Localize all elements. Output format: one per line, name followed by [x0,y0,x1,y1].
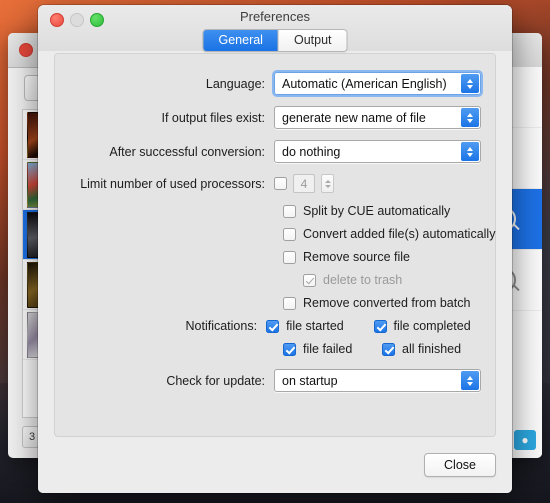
after-conversion-select[interactable]: do nothing [274,140,481,163]
all-finished-checkbox[interactable] [382,342,395,356]
after-conversion-label: After successful conversion: [109,144,265,159]
split-by-cue-row: Split by CUE automatically [69,204,481,218]
general-settings-panel: Language: Automatic (American English) I… [54,53,496,437]
convert-added-files-row: Convert added file(s) automatically [69,227,495,241]
if-output-exists-select[interactable]: generate new name of file [274,106,481,129]
file-completed-label: file completed [393,319,471,333]
preferences-dialog: Preferences General Output Language: Aut… [38,5,512,493]
check-for-update-row: Check for update: on startup [69,369,481,392]
limit-processors-value[interactable]: 4 [293,174,315,193]
language-value: Automatic (American English) [282,76,447,91]
dialog-footer: Close [54,437,496,493]
after-conversion-value: do nothing [282,144,341,159]
notification-file-failed[interactable]: file failed [283,342,382,356]
language-row: Language: Automatic (American English) [69,70,483,97]
dialog-body: Language: Automatic (American English) I… [38,51,512,493]
split-by-cue-label: Split by CUE automatically [303,204,451,218]
delete-to-trash-label: delete to trash [323,273,403,287]
notification-all-finished[interactable]: all finished [382,342,481,356]
file-failed-checkbox[interactable] [283,342,296,356]
chevron-updown-icon[interactable] [461,371,479,390]
remove-source-file-checkbox[interactable] [283,250,296,264]
chevron-updown-icon[interactable] [461,108,479,127]
remove-source-file-label: Remove source file [303,250,410,264]
tab-bar: General Output [202,29,348,52]
file-started-label: file started [286,319,344,333]
file-completed-checkbox[interactable] [373,319,387,333]
delete-to-trash-row: delete to trash [69,273,481,287]
language-select[interactable]: Automatic (American English) [272,70,483,97]
convert-added-files-checkbox[interactable] [283,227,296,241]
notification-file-started[interactable]: file started [266,319,373,333]
tab-output[interactable]: Output [277,30,347,51]
convert-added-files-label: Convert added file(s) automatically [303,227,496,241]
check-for-update-select[interactable]: on startup [274,369,481,392]
chevron-updown-icon[interactable] [461,74,479,93]
close-button[interactable]: Close [424,453,496,477]
language-label: Language: [205,76,265,91]
split-by-cue-checkbox[interactable] [283,204,296,218]
file-started-checkbox[interactable] [266,319,280,333]
notifications-row-2: file failed all finished [69,342,481,356]
if-output-exists-row: If output files exist: generate new name… [69,106,481,129]
quantity-stepper[interactable] [321,174,334,193]
twitter-icon[interactable]: ● [514,430,536,450]
notifications-row: Notifications: file started file complet… [69,319,481,333]
chevron-updown-icon[interactable] [461,142,479,161]
notification-file-completed[interactable]: file completed [373,319,481,333]
dialog-titlebar: Preferences General Output [38,5,512,52]
if-output-exists-value: generate new name of file [282,110,426,125]
if-output-exists-label: If output files exist: [161,110,265,125]
limit-processors-row: Limit number of used processors: 4 [69,174,481,193]
delete-to-trash-checkbox [303,273,316,287]
background-close-button[interactable] [19,43,33,57]
check-for-update-label: Check for update: [166,373,265,388]
remove-source-file-row: Remove source file [69,250,481,264]
file-failed-label: file failed [303,342,353,356]
remove-converted-checkbox[interactable] [283,296,296,310]
limit-processors-checkbox[interactable] [274,177,287,190]
notifications-label: Notifications: [185,319,258,333]
after-conversion-row: After successful conversion: do nothing [69,140,481,163]
remove-converted-row: Remove converted from batch [69,296,481,310]
all-finished-label: all finished [402,342,462,356]
tab-general[interactable]: General [203,30,278,51]
page-title: Preferences [239,9,311,24]
limit-processors-label: Limit number of used processors: [80,176,265,191]
check-for-update-value: on startup [282,373,338,388]
remove-converted-label: Remove converted from batch [303,296,471,310]
